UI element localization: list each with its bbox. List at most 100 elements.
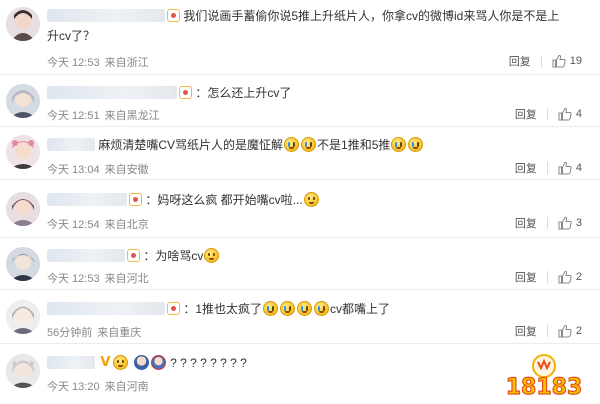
comment-item: 麻烦清楚嘴CV骂纸片人的是魔怔解 不是1推和5推 今天 13:04 来自安徽 回复 …: [0, 127, 600, 180]
reply-button[interactable]: 回复: [515, 160, 537, 176]
avatar-sticker-icon: [133, 355, 149, 371]
like-button[interactable]: 2: [558, 270, 582, 284]
comment-text: ：怎么还上升cv了: [195, 85, 292, 100]
comment-time: 今天 13:20: [47, 381, 100, 393]
comment-meta: 56分钟前 来自重庆: [47, 324, 146, 340]
member-badge-icon: [167, 9, 180, 23]
comment-text: ? ? ? ? ? ? ? ?: [170, 355, 247, 370]
comment-text-line: ：1推也太疯了 cv都嘴上了: [47, 299, 588, 318]
comment-meta: 今天 12:51 来自黑龙江: [47, 107, 165, 123]
comment-text: 麻烦清楚嘴CV骂纸片人的是魔怔解: [98, 137, 284, 152]
comment-location: 来自浙江: [104, 57, 149, 69]
reply-button[interactable]: 回复: [515, 269, 537, 285]
comment-meta: 今天 12:54 来自北京: [47, 216, 154, 232]
like-button[interactable]: 4: [558, 107, 582, 121]
avatar[interactable]: [6, 247, 40, 281]
comment-location: 来自河北: [104, 273, 149, 285]
comment-text-end: cv都嘴上了: [330, 301, 391, 316]
comment-text-line: 我们说画手蓄偷你说5推上升纸片人，你拿cv的微博id来骂人你是不是上: [47, 6, 588, 25]
comment-text-line: ：为啥骂cv: [47, 246, 588, 265]
comment-location: 来自重庆: [97, 327, 142, 339]
like-button[interactable]: 2: [558, 324, 582, 338]
crying-emoji-icon: [391, 137, 407, 153]
vip-v-icon: V: [100, 354, 111, 370]
comment-meta: 今天 13:20 来自河南: [47, 378, 154, 394]
divider: [546, 217, 548, 229]
username-blurred[interactable]: [47, 193, 127, 207]
divider: [546, 108, 548, 120]
divider: [540, 55, 542, 67]
smile-emoji-icon: [303, 192, 319, 208]
username-blurred[interactable]: [47, 138, 95, 152]
member-badge-icon: [127, 249, 140, 263]
comment-actions: 回复 4: [515, 160, 582, 176]
like-button[interactable]: 4: [558, 161, 582, 175]
avatar[interactable]: [6, 192, 40, 226]
comment-text-mid: 不是1推和5推: [317, 137, 391, 152]
avatar[interactable]: [6, 300, 40, 334]
crying-emoji-icon: [280, 301, 296, 317]
reply-button[interactable]: 回复: [515, 106, 537, 122]
comment-actions: 回复 2: [515, 269, 582, 285]
comment-text-line: 麻烦清楚嘴CV骂纸片人的是魔怔解 不是1推和5推: [47, 135, 588, 154]
thumbs-up-icon: [558, 161, 572, 175]
like-button[interactable]: 3: [558, 216, 582, 230]
thumbs-up-icon: [558, 107, 572, 121]
divider: [546, 325, 548, 337]
crying-emoji-icon: [297, 301, 313, 317]
comment-actions: 回复 2: [515, 323, 582, 339]
crying-emoji-icon: [408, 137, 424, 153]
username-blurred[interactable]: [47, 302, 165, 316]
username-blurred[interactable]: [47, 9, 165, 23]
watermark-logo: 18183: [505, 354, 583, 400]
thumbs-up-icon: [552, 54, 566, 68]
like-button[interactable]: 19: [552, 54, 582, 68]
username-blurred[interactable]: [47, 356, 95, 370]
comment-time: 今天 12:53: [47, 273, 100, 285]
comment-time: 今天 13:04: [47, 164, 100, 176]
comment-actions: 回复 4: [515, 106, 582, 122]
reply-button[interactable]: 回复: [515, 215, 537, 231]
comment-list: 我们说画手蓄偷你说5推上升纸片人，你拿cv的微博id来骂人你是不是上 升cv了？…: [0, 0, 600, 404]
avatar[interactable]: [6, 7, 40, 41]
avatar[interactable]: [6, 84, 40, 118]
divider: [546, 162, 548, 174]
thumbs-up-icon: [558, 270, 572, 284]
reply-button[interactable]: 回复: [515, 323, 537, 339]
avatar[interactable]: [6, 135, 40, 169]
reply-button[interactable]: 回复: [509, 53, 531, 69]
crying-emoji-icon: [263, 301, 279, 317]
comment-item: ：为啥骂cv 今天 12:53 来自河北 回复 2: [0, 238, 600, 290]
comment-text-line-2: 升cv了？: [47, 26, 588, 45]
thumbs-up-icon: [558, 216, 572, 230]
thumbs-up-icon: [558, 324, 572, 338]
comment-meta: 今天 12:53 来自浙江: [47, 54, 154, 70]
like-count: 2: [575, 325, 582, 337]
comment-time: 56分钟前: [47, 327, 93, 339]
avatar[interactable]: [6, 354, 40, 388]
comment-item: ：怎么还上升cv了 今天 12:51 来自黑龙江 回复 4: [0, 75, 600, 127]
crying-emoji-icon: [314, 301, 330, 317]
like-count: 19: [569, 55, 582, 67]
badge-emoji-icon: [113, 355, 129, 371]
username-blurred[interactable]: [47, 249, 125, 263]
member-badge-icon: [179, 86, 192, 100]
watermark-text: 18183: [506, 375, 583, 400]
comment-actions: 回复 19: [509, 53, 582, 69]
comment-location: 来自河南: [104, 381, 149, 393]
like-count: 4: [575, 108, 582, 120]
avatar-sticker-icon: [150, 355, 166, 371]
comment-text: ：妈呀这么疯 都开始嘴cv啦...: [145, 192, 303, 207]
comment-text-cont: 升cv了？: [47, 28, 96, 43]
comment-meta: 今天 12:53 来自河北: [47, 270, 154, 286]
crying-emoji-icon: [301, 137, 317, 153]
comment-text-line: ：妈呀这么疯 都开始嘴cv啦...: [47, 190, 588, 209]
comment-time: 今天 12:51: [47, 110, 100, 122]
username-blurred[interactable]: [47, 86, 177, 100]
comment-location: 来自安徽: [104, 164, 149, 176]
member-badge-icon: [129, 193, 142, 207]
comment-text-line: ：怎么还上升cv了: [47, 83, 588, 102]
comment-location: 来自黑龙江: [104, 110, 160, 122]
smile-emoji-icon: [204, 248, 220, 264]
like-count: 4: [575, 162, 582, 174]
